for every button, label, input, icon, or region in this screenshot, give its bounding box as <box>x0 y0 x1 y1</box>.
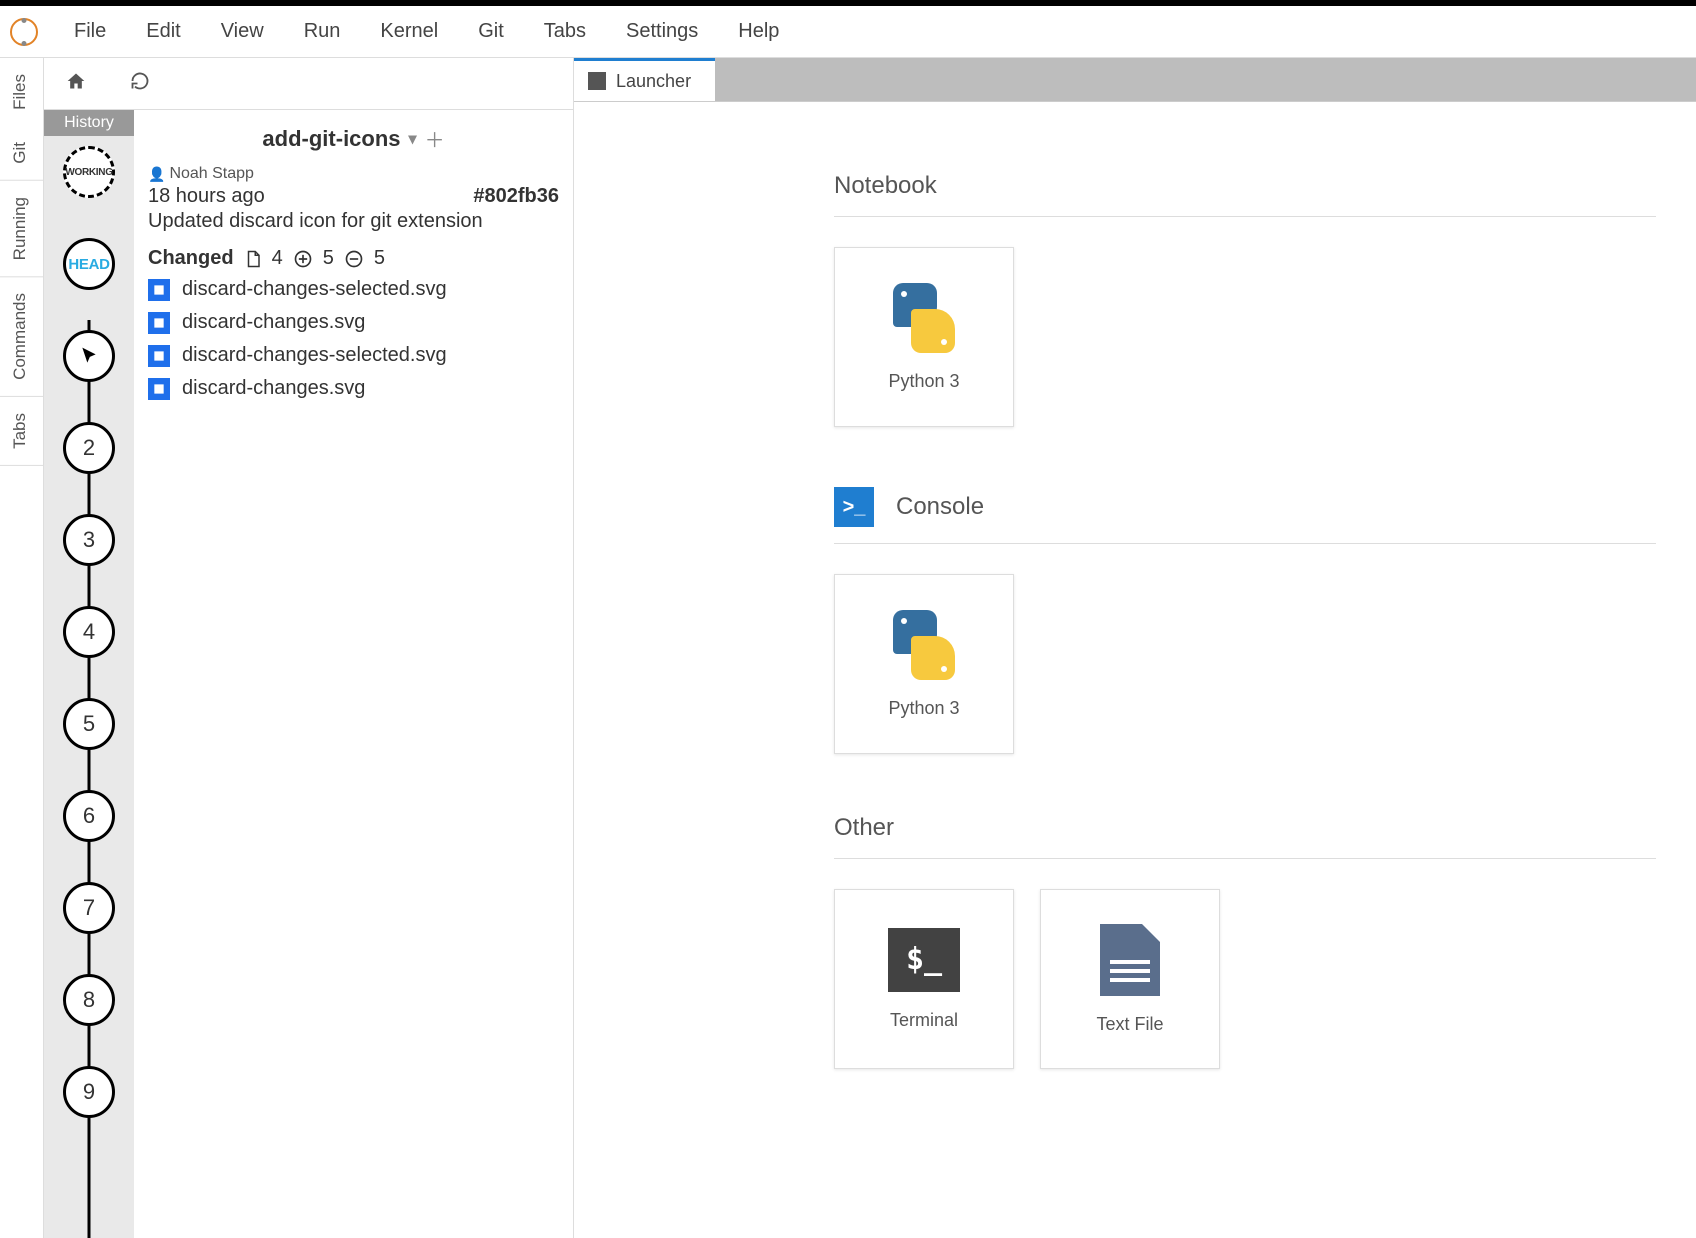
plus-circle-icon <box>293 249 313 269</box>
branch-name: add-git-icons <box>262 126 400 152</box>
node-4[interactable]: 4 <box>63 606 115 658</box>
menu-kernel[interactable]: Kernel <box>362 12 456 51</box>
python-icon <box>889 283 959 353</box>
commit-message: Updated discard icon for git extension <box>148 208 559 247</box>
git-panel: History WORKING HEAD 2 3 4 5 6 7 8 9 add… <box>44 58 574 1238</box>
node-2[interactable]: 2 <box>63 422 115 474</box>
changed-file[interactable]: discard-changes.svg <box>148 377 559 400</box>
node-5[interactable]: 5 <box>63 698 115 750</box>
node-6[interactable]: 6 <box>63 790 115 842</box>
menu-edit[interactable]: Edit <box>128 12 198 51</box>
stat-files: 4 <box>272 247 283 270</box>
image-file-icon <box>148 378 170 400</box>
menu-run[interactable]: Run <box>286 12 359 51</box>
console-icon: >_ <box>834 487 874 527</box>
section-label: Other <box>834 814 894 842</box>
node-head[interactable]: HEAD <box>63 238 115 290</box>
stat-deletions: 5 <box>374 247 385 270</box>
file-name: discard-changes.svg <box>182 377 365 400</box>
terminal-icon: $_ <box>888 928 960 992</box>
branch-selector[interactable]: add-git-icons ▾ ＋ <box>148 110 559 165</box>
home-icon[interactable] <box>66 71 86 97</box>
changed-file[interactable]: discard-changes.svg <box>148 311 559 334</box>
history-label: History <box>44 110 134 136</box>
image-file-icon <box>148 345 170 367</box>
menu-git[interactable]: Git <box>460 12 522 51</box>
section-label: Notebook <box>834 172 937 200</box>
sidebar-tab-commands[interactable]: Commands <box>0 277 43 397</box>
image-file-icon <box>148 312 170 334</box>
changed-stats: Changed 4 5 5 <box>148 247 559 278</box>
sidebar-tab-files[interactable]: Files <box>0 58 43 126</box>
card-label: Python 3 <box>888 371 959 392</box>
file-icon <box>244 249 262 269</box>
author-name: Noah Stapp <box>169 165 254 183</box>
node-working[interactable]: WORKING <box>63 146 115 198</box>
menu-settings[interactable]: Settings <box>608 12 716 51</box>
card-label: Text File <box>1096 1014 1163 1035</box>
file-name: discard-changes-selected.svg <box>182 278 447 301</box>
file-name: discard-changes-selected.svg <box>182 344 447 367</box>
person-icon: 👤 <box>148 166 165 183</box>
section-other: Other <box>834 794 1656 859</box>
file-name: discard-changes.svg <box>182 311 365 334</box>
launcher-panel: Notebook Python 3 >_ Console <box>574 102 1696 1238</box>
node-9[interactable]: 9 <box>63 1066 115 1118</box>
commit-hash: #802fb36 <box>473 185 559 208</box>
node-7[interactable]: 7 <box>63 882 115 934</box>
menu-view[interactable]: View <box>203 12 282 51</box>
left-sidebar-tabs: Files Git Running Commands Tabs <box>0 58 44 1238</box>
node-cursor[interactable] <box>63 330 115 382</box>
git-commit-details: add-git-icons ▾ ＋ 👤 Noah Stapp 18 hours … <box>134 110 573 1238</box>
chevron-down-icon: ▾ <box>409 129 417 149</box>
card-label: Terminal <box>890 1010 958 1031</box>
plus-icon[interactable]: ＋ <box>425 124 445 153</box>
section-console: >_ Console <box>834 467 1656 544</box>
launcher-icon <box>588 72 606 90</box>
changed-file[interactable]: discard-changes-selected.svg <box>148 344 559 367</box>
menu-file[interactable]: File <box>56 12 124 51</box>
card-notebook-python3[interactable]: Python 3 <box>834 247 1014 427</box>
jupyter-logo-icon <box>10 18 38 46</box>
tab-strip: Launcher <box>574 58 1696 102</box>
card-console-python3[interactable]: Python 3 <box>834 574 1014 754</box>
textfile-icon <box>1100 924 1160 996</box>
sidebar-tab-git[interactable]: Git <box>0 126 43 181</box>
minus-circle-icon <box>344 249 364 269</box>
commit-time: 18 hours ago <box>148 185 265 208</box>
sidebar-tab-running[interactable]: Running <box>0 181 43 277</box>
tab-label: Launcher <box>616 71 691 92</box>
changed-files-list: discard-changes-selected.svg discard-cha… <box>148 278 559 400</box>
section-label: Console <box>896 493 984 521</box>
section-notebook: Notebook <box>834 152 1656 217</box>
git-history-graph: History WORKING HEAD 2 3 4 5 6 7 8 9 <box>44 110 134 1238</box>
image-file-icon <box>148 279 170 301</box>
sidebar-tab-tabs[interactable]: Tabs <box>0 397 43 466</box>
python-icon <box>889 610 959 680</box>
menu-help[interactable]: Help <box>720 12 797 51</box>
tab-launcher[interactable]: Launcher <box>574 58 715 101</box>
card-label: Python 3 <box>888 698 959 719</box>
changed-file[interactable]: discard-changes-selected.svg <box>148 278 559 301</box>
stat-insertions: 5 <box>323 247 334 270</box>
card-terminal[interactable]: $_ Terminal <box>834 889 1014 1069</box>
menu-tabs[interactable]: Tabs <box>526 12 604 51</box>
changed-label: Changed <box>148 247 234 270</box>
node-8[interactable]: 8 <box>63 974 115 1026</box>
refresh-icon[interactable] <box>130 71 150 97</box>
main-area: Launcher Notebook Python 3 >_ Console <box>574 58 1696 1238</box>
node-3[interactable]: 3 <box>63 514 115 566</box>
card-textfile[interactable]: Text File <box>1040 889 1220 1069</box>
menu-bar: File Edit View Run Kernel Git Tabs Setti… <box>0 6 1696 58</box>
commit-author: 👤 Noah Stapp <box>148 165 559 183</box>
git-toolbar <box>44 58 573 110</box>
